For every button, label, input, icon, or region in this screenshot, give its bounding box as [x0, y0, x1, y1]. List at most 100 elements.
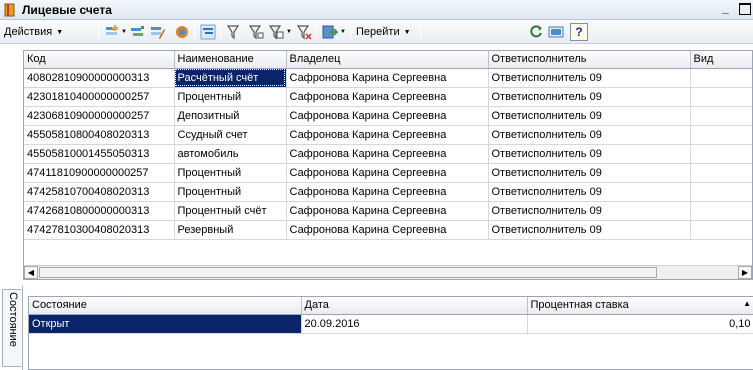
table-row[interactable]: 45505810001455050313 автомобиль Сафронов… — [24, 144, 752, 164]
cell-responsible[interactable]: Ответисполнитель 09 — [488, 87, 691, 107]
cell-code[interactable]: 47411810900000000257 — [24, 163, 175, 183]
cell-name[interactable]: Процентный счёт — [174, 201, 287, 221]
column-header-rate[interactable]: Процентная ставка — [527, 297, 753, 315]
table-row[interactable]: 42306810900000000257 Депозитный Сафронов… — [24, 106, 752, 126]
cell-owner[interactable]: Сафронова Карина Сергеевна — [286, 144, 489, 164]
column-header-responsible[interactable]: Ответисполнитель — [488, 51, 691, 69]
hierarchy-icon[interactable] — [200, 24, 216, 40]
cell-name[interactable]: автомобиль — [174, 144, 287, 164]
actions-menu-button[interactable]: Действия ▼ — [4, 23, 63, 41]
cell-responsible[interactable]: Ответисполнитель 09 — [488, 220, 691, 240]
cell-owner[interactable]: Сафронова Карина Сергеевна — [286, 163, 489, 183]
delete-mark-icon[interactable] — [174, 24, 190, 40]
clear-filter-icon[interactable] — [296, 24, 312, 40]
cell-name[interactable]: Процентный — [174, 87, 287, 107]
table-row[interactable]: Открыт 20.09.2016 0,10 — [29, 314, 753, 334]
cell-kind[interactable] — [690, 201, 752, 221]
tab-status[interactable]: Состояние — [2, 289, 21, 367]
cell-name[interactable]: Процентный — [174, 182, 287, 202]
output-icon[interactable] — [322, 24, 338, 40]
cell-code[interactable]: 42306810900000000257 — [24, 106, 175, 126]
report-icon[interactable] — [548, 24, 564, 40]
cell-code[interactable]: 42301810400000000257 — [24, 87, 175, 107]
filter-icon[interactable] — [226, 24, 242, 40]
chevron-down-icon[interactable]: ▼ — [340, 29, 346, 35]
cell-date[interactable]: 20.09.2016 — [301, 314, 528, 334]
cell-owner[interactable]: Сафронова Карина Сергеевна — [286, 220, 489, 240]
cell-kind[interactable] — [690, 125, 752, 145]
table-row[interactable]: 47426810800000000313 Процентный счёт Саф… — [24, 201, 752, 221]
copy-icon[interactable] — [130, 24, 146, 40]
cell-name[interactable]: Ссудный счет — [174, 125, 287, 145]
toolbar-separator — [420, 24, 421, 40]
cell-kind[interactable] — [690, 87, 752, 107]
filter-history-icon[interactable] — [268, 24, 284, 40]
refresh-icon[interactable] — [528, 24, 544, 40]
cell-code[interactable]: 47426810800000000313 — [24, 201, 175, 221]
column-header-name[interactable]: Наименование — [174, 51, 287, 69]
cell-name[interactable]: Процентный — [174, 163, 287, 183]
status-header-row: Состояние Дата Процентная ставка — [29, 297, 753, 315]
add-icon[interactable] — [104, 24, 120, 40]
cell-owner[interactable]: Сафронова Карина Сергеевна — [286, 87, 489, 107]
horizontal-scrollbar[interactable]: ◀ ▶ — [24, 265, 752, 279]
toolbar-separator — [316, 24, 317, 40]
cell-responsible[interactable]: Ответисполнитель 09 — [488, 182, 691, 202]
command-toolbar: Действия ▼ ▼ ▼ ▼ Перейти ▼ ? — [0, 20, 753, 44]
column-header-owner[interactable]: Владелец — [286, 51, 489, 69]
cell-rate[interactable]: 0,10 — [527, 314, 753, 334]
cell-kind[interactable] — [690, 106, 752, 126]
cell-status-selected[interactable]: Открыт — [29, 314, 302, 334]
table-row[interactable]: 45505810800408020313 Ссудный счет Сафрон… — [24, 125, 752, 145]
column-header-code[interactable]: Код — [24, 51, 175, 69]
cell-kind[interactable] — [690, 144, 752, 164]
cell-responsible[interactable]: Ответисполнитель 09 — [488, 163, 691, 183]
cell-owner[interactable]: Сафронова Карина Сергеевна — [286, 201, 489, 221]
cell-code[interactable]: 47425810700408020313 — [24, 182, 175, 202]
table-row[interactable]: 42301810400000000257 Процентный Сафронов… — [24, 87, 752, 107]
scroll-left-icon[interactable]: ◀ — [24, 266, 38, 279]
cell-kind[interactable] — [690, 220, 752, 240]
cell-code[interactable]: 45505810001455050313 — [24, 144, 175, 164]
table-row[interactable]: 47411810900000000257 Процентный Сафронов… — [24, 163, 752, 183]
cell-code[interactable]: 40802810900000000313 — [24, 68, 175, 88]
cell-owner[interactable]: Сафронова Карина Сергеевна — [286, 106, 489, 126]
cell-responsible[interactable]: Ответисполнитель 09 — [488, 106, 691, 126]
cell-kind[interactable] — [690, 182, 752, 202]
chevron-down-icon: ▼ — [56, 28, 64, 36]
maximize-button[interactable] — [739, 3, 751, 15]
cell-name[interactable]: Депозитный — [174, 106, 287, 126]
cell-responsible[interactable]: Ответисполнитель 09 — [488, 201, 691, 221]
table-row[interactable]: 40802810900000000313 Расчётный счёт Сафр… — [24, 68, 752, 88]
table-row[interactable]: 47425810700408020313 Процентный Сафронов… — [24, 182, 752, 202]
cell-responsible[interactable]: Ответисполнитель 09 — [488, 68, 691, 88]
goto-menu-button[interactable]: Перейти ▼ — [356, 23, 411, 41]
minimize-button[interactable]: _ — [722, 2, 734, 16]
cell-owner[interactable]: Сафронова Карина Сергеевна — [286, 68, 489, 88]
cell-responsible[interactable]: Ответисполнитель 09 — [488, 125, 691, 145]
toolbar-separator — [194, 24, 195, 40]
chevron-down-icon[interactable]: ▼ — [121, 29, 127, 35]
table-row[interactable]: 47427810300408020313 Резервный Сафронова… — [24, 220, 752, 240]
column-header-status[interactable]: Состояние — [29, 297, 302, 315]
cell-responsible[interactable]: Ответисполнитель 09 — [488, 144, 691, 164]
cell-owner[interactable]: Сафронова Карина Сергеевна — [286, 125, 489, 145]
goto-menu-label: Перейти — [356, 26, 400, 38]
scroll-right-icon[interactable]: ▶ — [738, 266, 752, 279]
cell-owner[interactable]: Сафронова Карина Сергеевна — [286, 182, 489, 202]
cell-kind[interactable] — [690, 68, 752, 88]
cell-code[interactable]: 47427810300408020313 — [24, 220, 175, 240]
chevron-down-icon[interactable]: ▼ — [286, 29, 292, 35]
chevron-up-icon[interactable]: ▲ — [743, 299, 751, 308]
column-header-kind[interactable]: Вид — [690, 51, 752, 69]
cell-name[interactable]: Резервный — [174, 220, 287, 240]
column-header-date[interactable]: Дата — [301, 297, 528, 315]
cell-kind[interactable] — [690, 163, 752, 183]
cell-name-selected[interactable]: Расчётный счёт — [174, 68, 287, 88]
edit-icon[interactable] — [150, 24, 166, 40]
filter-options-icon[interactable] — [248, 24, 264, 40]
cell-code[interactable]: 45505810800408020313 — [24, 125, 175, 145]
actions-menu-label: Действия — [4, 26, 53, 38]
help-icon[interactable]: ? — [570, 23, 588, 41]
scrollbar-thumb[interactable] — [39, 267, 657, 278]
